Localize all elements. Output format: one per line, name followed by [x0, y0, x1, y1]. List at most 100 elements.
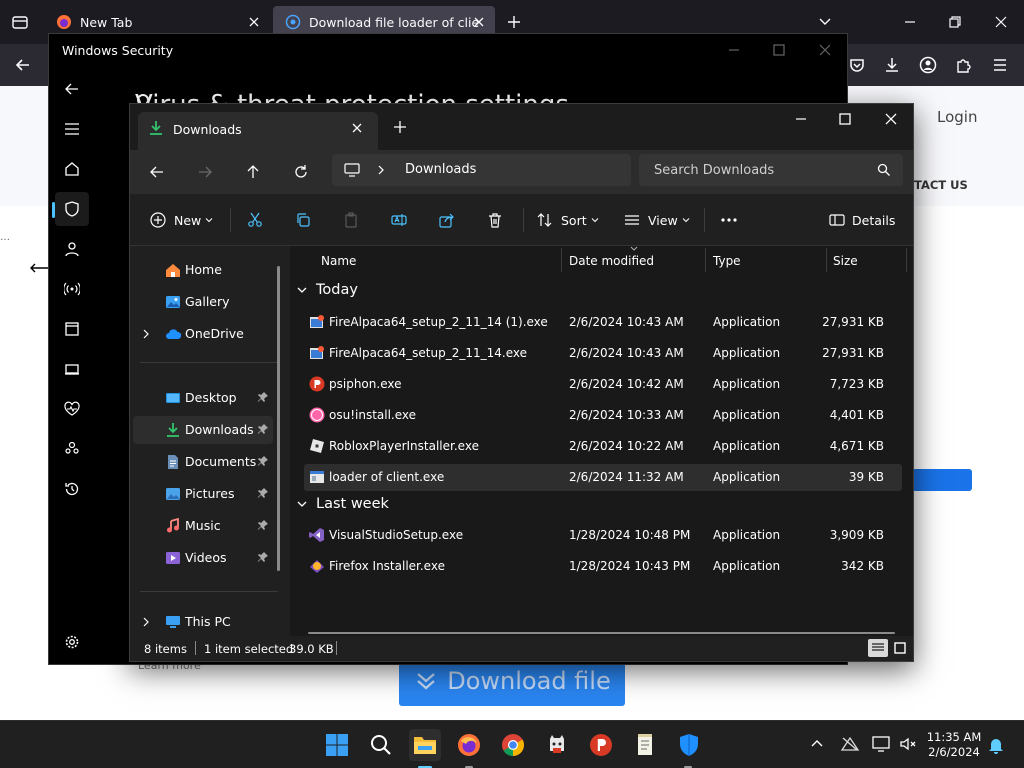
restore-icon[interactable]: [947, 14, 963, 30]
table-row[interactable]: VisualStudioSetup.exe 1/28/2024 10:48 PM…: [304, 522, 902, 549]
ws-firewall-icon[interactable]: [59, 276, 85, 302]
table-row[interactable]: psiphon.exe 2/6/2024 10:42 AM Applicatio…: [304, 371, 902, 398]
table-row[interactable]: RobloxPlayerInstaller.exe 2/6/2024 10:22…: [304, 433, 902, 460]
sidebar-item-home[interactable]: Home: [133, 256, 273, 284]
large-icons-view-icon[interactable]: [891, 639, 909, 657]
pin-icon[interactable]: [257, 391, 269, 403]
notepad-taskbar-icon[interactable]: [629, 729, 661, 761]
pin-icon[interactable]: [257, 423, 269, 435]
sidebar-item-onedrive[interactable]: OneDrive: [133, 320, 273, 348]
table-row-selected[interactable]: loader of client.exe 2/6/2024 11:32 AM A…: [304, 464, 902, 491]
nav-up-icon[interactable]: [245, 164, 261, 180]
column-divider[interactable]: [906, 248, 907, 272]
close-tab-icon[interactable]: [471, 14, 487, 30]
chrome-taskbar-icon[interactable]: [497, 729, 529, 761]
copy-button[interactable]: [295, 194, 311, 246]
sidebar-item-downloads[interactable]: Downloads: [133, 416, 273, 444]
ws-device-security-icon[interactable]: [59, 356, 85, 382]
more-options-button[interactable]: [720, 194, 738, 246]
pin-icon[interactable]: [257, 455, 269, 467]
explorer-tab-downloads[interactable]: Downloads: [138, 112, 378, 150]
sidebar-item-videos[interactable]: Videos: [133, 544, 273, 572]
table-row[interactable]: FireAlpaca64_setup_2_11_14.exe 2/6/2024 …: [304, 340, 902, 367]
expand-chevron-icon[interactable]: [142, 329, 150, 339]
column-divider[interactable]: [705, 248, 706, 272]
horizontal-scrollbar[interactable]: [308, 632, 895, 634]
network-disconnected-icon[interactable]: [840, 735, 860, 753]
downloads-icon[interactable]: [883, 56, 901, 74]
column-divider[interactable]: [826, 248, 827, 272]
column-header-name[interactable]: Name: [321, 254, 356, 268]
clock[interactable]: 11:35 AM 2/6/2024: [922, 730, 986, 760]
share-button[interactable]: [439, 194, 455, 246]
file-explorer-taskbar-icon[interactable]: [409, 729, 441, 761]
tab-list-icon[interactable]: [10, 12, 30, 32]
paste-button[interactable]: [343, 194, 359, 246]
list-all-tabs-chevron-icon[interactable]: [817, 14, 833, 30]
ws-family-icon[interactable]: [59, 436, 85, 462]
pin-icon[interactable]: [257, 487, 269, 499]
volume-muted-icon[interactable]: [899, 735, 917, 753]
details-view-icon[interactable]: [868, 639, 888, 657]
view-button[interactable]: View: [624, 194, 690, 246]
new-button[interactable]: New: [150, 194, 213, 246]
show-hidden-icons-chevron-icon[interactable]: [810, 738, 824, 748]
close-tab-icon[interactable]: [246, 14, 262, 30]
cut-button[interactable]: [247, 194, 263, 246]
ws-home-icon[interactable]: [59, 156, 85, 182]
ws-settings-gear-icon[interactable]: [59, 629, 85, 655]
ws-close-icon[interactable]: [818, 43, 832, 57]
game-app-taskbar-icon[interactable]: [541, 729, 573, 761]
display-icon[interactable]: [872, 735, 890, 753]
new-tab-plus-icon[interactable]: [506, 14, 522, 30]
sidebar-item-documents[interactable]: Documents: [133, 448, 273, 476]
delete-button[interactable]: [487, 194, 503, 246]
expand-chevron-icon[interactable]: [142, 617, 150, 627]
sidebar-item-this-pc[interactable]: This PC: [133, 608, 273, 636]
notification-bell-icon[interactable]: [988, 736, 1004, 754]
start-windows-icon[interactable]: [321, 729, 353, 761]
login-link[interactable]: Login: [937, 108, 977, 126]
breadcrumb[interactable]: Downloads: [332, 154, 631, 186]
menu-hamburger-icon[interactable]: [991, 56, 1009, 74]
nav-forward-icon[interactable]: [197, 164, 213, 180]
search-input[interactable]: Search Downloads: [639, 154, 903, 186]
sidebar-item-music[interactable]: Music: [133, 512, 273, 540]
explorer-new-tab-icon[interactable]: [393, 120, 407, 134]
close-window-icon[interactable]: [993, 14, 1009, 30]
firefox-taskbar-icon[interactable]: [453, 729, 485, 761]
explorer-maximize-icon[interactable]: [838, 112, 852, 126]
minimize-icon[interactable]: [902, 14, 918, 30]
sidebar-item-pictures[interactable]: Pictures: [133, 480, 273, 508]
windows-security-taskbar-icon[interactable]: [673, 729, 705, 761]
column-header-type[interactable]: Type: [713, 254, 741, 268]
ws-app-browser-icon[interactable]: [59, 316, 85, 342]
breadcrumb-location[interactable]: Downloads: [405, 162, 476, 177]
ws-menu-icon[interactable]: [59, 116, 85, 142]
sort-button[interactable]: Sort: [537, 194, 599, 246]
column-divider[interactable]: [561, 248, 562, 272]
ws-shield-icon[interactable]: [55, 192, 89, 226]
details-pane-button[interactable]: Details: [829, 194, 895, 246]
search-taskbar-icon[interactable]: [365, 729, 397, 761]
ws-minimize-icon[interactable]: [727, 43, 741, 57]
ws-account-icon[interactable]: [59, 236, 85, 262]
sidebar-scrollbar[interactable]: [277, 266, 280, 571]
psiphon-taskbar-icon[interactable]: [585, 729, 617, 761]
page-blue-button[interactable]: [912, 469, 972, 491]
table-row[interactable]: osu!install.exe 2/6/2024 10:33 AM Applic…: [304, 402, 902, 429]
group-header-last-week[interactable]: Last week: [296, 496, 389, 512]
account-icon[interactable]: [919, 56, 937, 74]
rename-button[interactable]: [391, 194, 407, 246]
extensions-icon[interactable]: [955, 56, 973, 74]
sidebar-item-gallery[interactable]: Gallery: [133, 288, 273, 316]
ws-history-icon[interactable]: [59, 476, 85, 502]
ws-back-icon[interactable]: [59, 76, 85, 102]
explorer-minimize-icon[interactable]: [794, 112, 808, 126]
pocket-icon[interactable]: [848, 56, 866, 74]
group-header-today[interactable]: Today: [296, 282, 358, 298]
explorer-close-icon[interactable]: [884, 112, 898, 126]
sidebar-item-desktop[interactable]: Desktop: [133, 384, 273, 412]
back-arrow-icon[interactable]: [14, 56, 32, 74]
column-header-date[interactable]: Date modified: [569, 254, 654, 268]
